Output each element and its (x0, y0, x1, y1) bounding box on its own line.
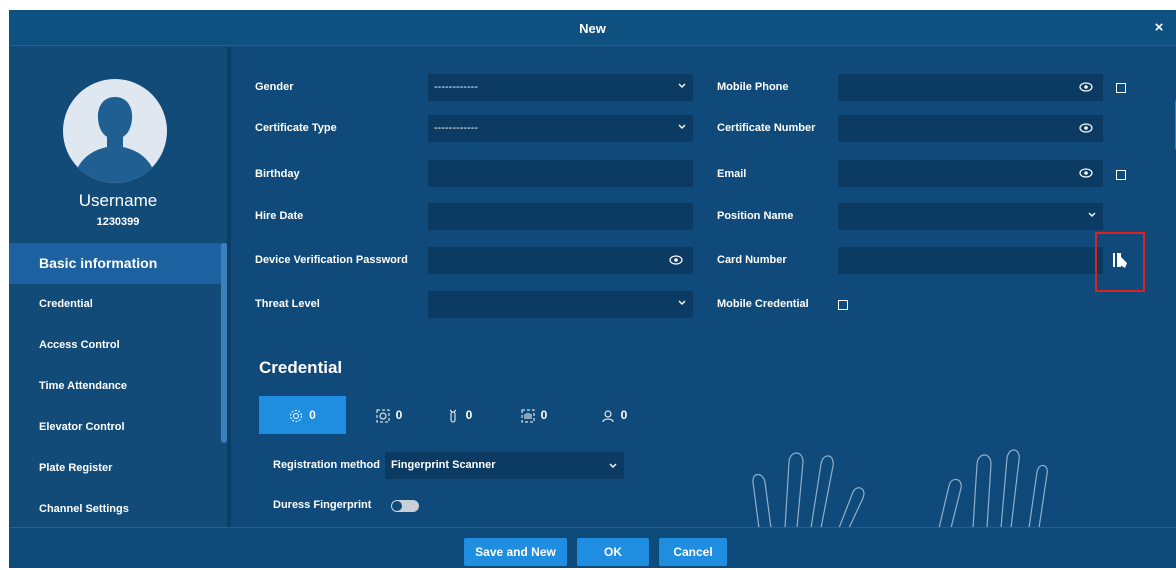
new-person-dialog: New × Username 1230399 Basic information… (9, 10, 1176, 568)
sidebar-item-time-attendance[interactable]: Time Attendance (9, 366, 227, 407)
person-count: 0 (620, 408, 628, 422)
gender-label: Gender (255, 81, 294, 93)
sidebar-item-credential[interactable]: Credential (9, 284, 227, 325)
sidebar-item-elevator-control[interactable]: Elevator Control (9, 407, 227, 448)
toggle-knob (392, 501, 402, 511)
avatar[interactable] (63, 79, 167, 183)
device-password-label: Device Verification Password (255, 254, 408, 266)
sidebar-item-access-control[interactable]: Access Control (9, 325, 227, 366)
mobile-phone-label: Mobile Phone (717, 81, 789, 93)
dialog-titlebar: New × (9, 10, 1176, 46)
face-icon (376, 409, 390, 423)
mobile-credential-label: Mobile Credential (717, 298, 809, 310)
mobile-credential-checkbox[interactable] (838, 300, 848, 310)
finger-vein-count: 0 (465, 408, 473, 422)
cancel-button[interactable]: Cancel (659, 538, 727, 566)
sidebar-nav: Basic information Credential Access Cont… (9, 243, 227, 530)
face-count: 0 (395, 408, 403, 422)
eye-icon[interactable] (1079, 123, 1093, 133)
duress-fingerprint-toggle[interactable] (391, 500, 419, 512)
sidebar-item-channel-settings[interactable]: Channel Settings (9, 489, 227, 530)
eye-icon[interactable] (1079, 168, 1093, 178)
certificate-number-field[interactable] (838, 115, 1103, 142)
birthday-field[interactable] (428, 160, 693, 187)
fingerprint-icon (290, 409, 303, 422)
chevron-down-icon (678, 124, 686, 129)
person-silhouette-icon (77, 97, 153, 183)
eye-icon[interactable] (1079, 82, 1093, 92)
palm-icon (521, 409, 535, 423)
tab-palm[interactable]: 0 (499, 396, 569, 434)
chevron-down-icon (678, 300, 686, 305)
sidebar-divider (227, 47, 231, 527)
threat-level-label: Threat Level (255, 298, 320, 310)
certificate-type-select[interactable]: ------------ (428, 115, 693, 142)
chevron-down-icon (678, 83, 686, 88)
chevron-down-icon (1088, 212, 1096, 217)
registration-method-label: Registration method (273, 459, 380, 471)
person-icon (602, 410, 614, 422)
registration-method-value: Fingerprint Scanner (391, 459, 496, 471)
tab-finger-vein[interactable]: 0 (429, 396, 489, 434)
hire-date-field[interactable] (428, 203, 693, 230)
credential-section-title: Credential (259, 358, 343, 377)
card-reader-icon[interactable] (1111, 251, 1131, 271)
threat-level-select[interactable] (428, 291, 693, 318)
tab-person[interactable]: 0 (579, 396, 649, 434)
certificate-type-value: ------------ (434, 122, 478, 134)
fingerprint-count: 0 (309, 408, 316, 422)
eye-icon[interactable] (669, 255, 683, 265)
email-label: Email (717, 168, 747, 180)
sidebar: Username 1230399 Basic information Crede… (9, 47, 227, 527)
palm-count: 0 (540, 408, 548, 422)
dialog-title: New (579, 21, 606, 36)
card-number-field[interactable] (838, 247, 1103, 274)
duress-fingerprint-label: Duress Fingerprint (273, 499, 372, 511)
hands-illustration (752, 449, 1048, 528)
birthday-label: Birthday (255, 168, 300, 180)
gender-value: ------------ (434, 81, 478, 93)
position-name-select[interactable] (838, 203, 1103, 230)
certificate-type-label: Certificate Type (255, 122, 337, 134)
hire-date-label: Hire Date (255, 210, 304, 222)
chevron-down-icon (609, 463, 617, 468)
tab-fingerprint[interactable]: 0 (259, 396, 346, 434)
sidebar-item-plate-register[interactable]: Plate Register (9, 448, 227, 489)
sidebar-item-basic-information[interactable]: Basic information (9, 243, 227, 284)
username: Username (78, 191, 158, 210)
device-password-field[interactable] (428, 247, 693, 274)
position-name-label: Position Name (717, 210, 794, 222)
card-reader-highlight (1095, 232, 1145, 292)
dialog-footer: Save and New OK Cancel (9, 527, 1176, 568)
email-field[interactable] (838, 160, 1103, 187)
mobile-phone-checkbox[interactable] (1116, 83, 1126, 93)
finger-vein-icon (449, 409, 457, 423)
tab-face[interactable]: 0 (359, 396, 419, 434)
ok-button[interactable]: OK (577, 538, 649, 566)
email-checkbox[interactable] (1116, 170, 1126, 180)
user-id: 1230399 (96, 216, 140, 228)
certificate-number-label: Certificate Number (717, 122, 816, 134)
close-icon[interactable]: × (1150, 19, 1168, 37)
registration-method-select[interactable]: Fingerprint Scanner (385, 452, 624, 479)
gender-select[interactable]: ------------ (428, 74, 693, 101)
card-number-label: Card Number (717, 254, 787, 266)
save-and-new-button[interactable]: Save and New (464, 538, 567, 566)
mobile-phone-field[interactable] (838, 74, 1103, 101)
background-strip (0, 0, 1176, 10)
